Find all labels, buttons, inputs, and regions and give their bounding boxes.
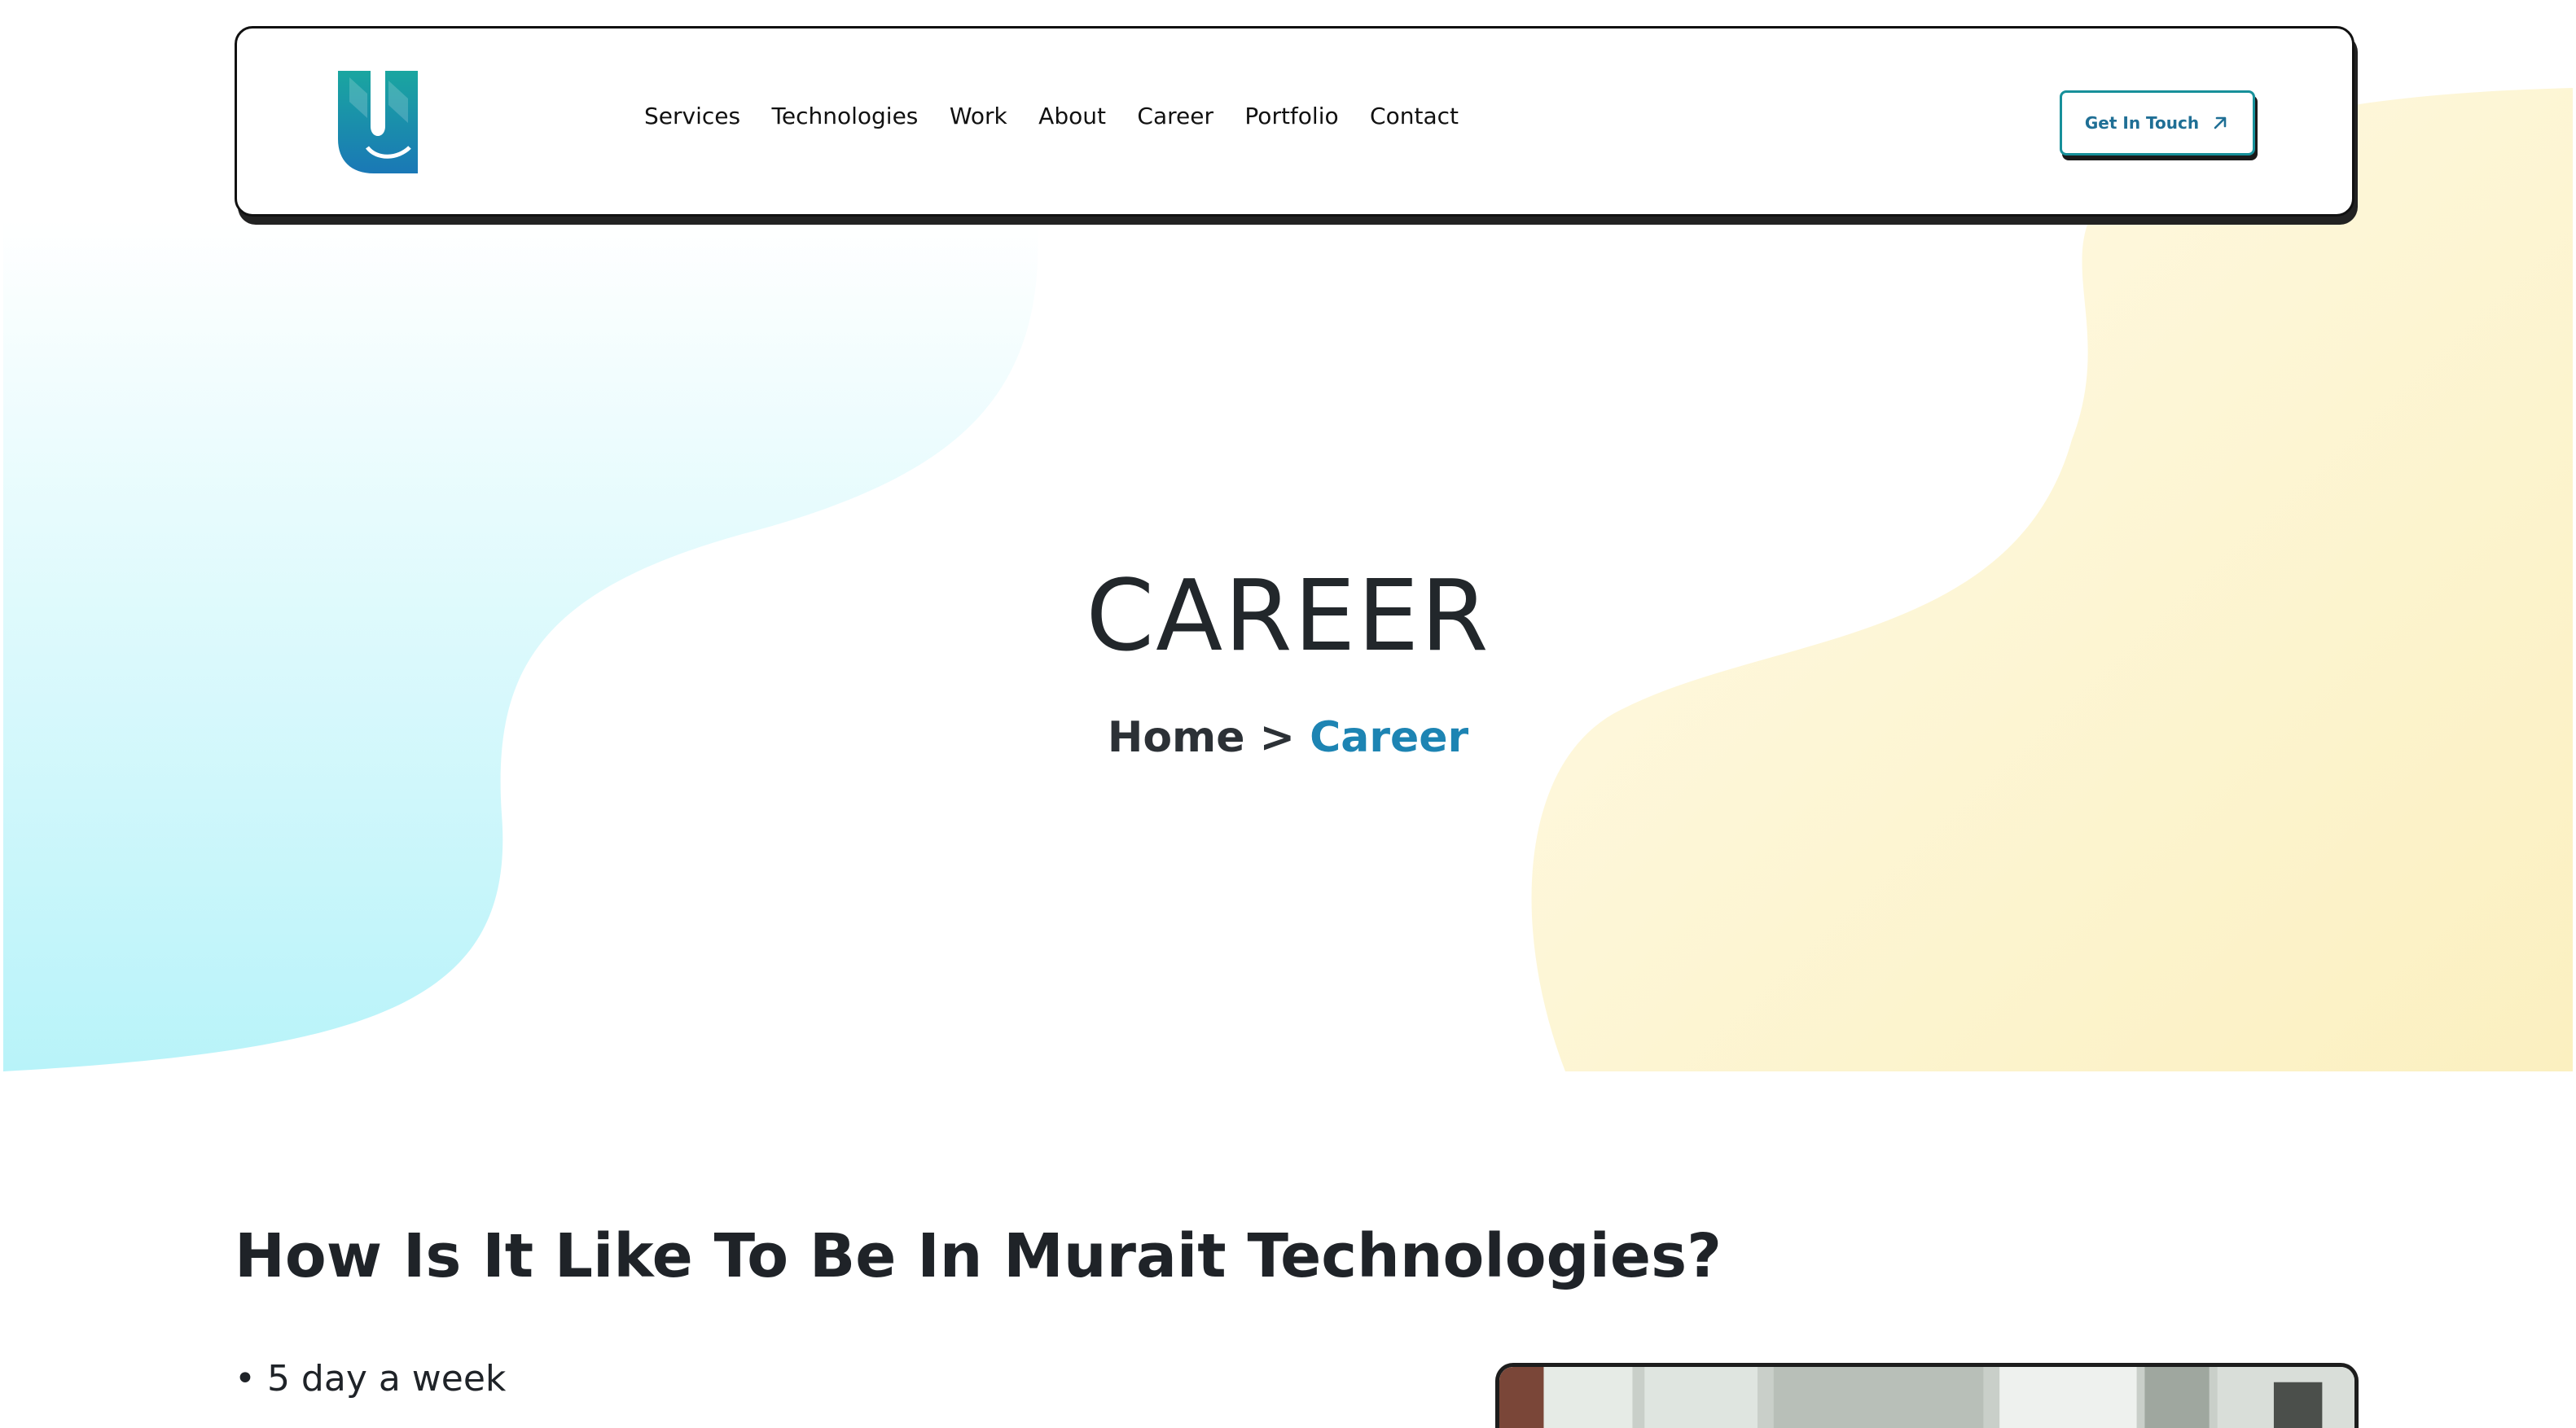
nav-link-services[interactable]: Services bbox=[644, 103, 740, 129]
breadcrumb-current: Career bbox=[1310, 713, 1469, 762]
nav-link-technologies[interactable]: Technologies bbox=[772, 103, 919, 129]
breadcrumb: Home > Career bbox=[0, 713, 2576, 762]
nav-link-career[interactable]: Career bbox=[1137, 103, 1213, 129]
benefit-list-item: • 5 day a week bbox=[235, 1358, 507, 1400]
page-title: CAREER bbox=[1086, 560, 1490, 673]
section-heading: How Is It Like To Be In Murait Technolog… bbox=[235, 1221, 1722, 1291]
nav-link-work[interactable]: Work bbox=[950, 103, 1007, 129]
office-photo bbox=[1495, 1363, 2359, 1428]
nav-link-contact[interactable]: Contact bbox=[1370, 103, 1459, 129]
nav-link-portfolio[interactable]: Portfolio bbox=[1244, 103, 1338, 129]
main-nav: Services Technologies Work About Career … bbox=[644, 95, 1459, 136]
navbar: Services Technologies Work About Career … bbox=[235, 26, 2354, 217]
get-in-touch-label: Get In Touch bbox=[2084, 113, 2200, 133]
breadcrumb-separator: > bbox=[1259, 713, 1296, 762]
get-in-touch-button[interactable]: Get In Touch bbox=[2060, 90, 2255, 156]
murait-logo-icon[interactable] bbox=[335, 69, 421, 175]
arrow-up-right-icon bbox=[2214, 116, 2227, 129]
breadcrumb-home-link[interactable]: Home bbox=[1108, 713, 1245, 762]
nav-link-about[interactable]: About bbox=[1038, 103, 1106, 129]
